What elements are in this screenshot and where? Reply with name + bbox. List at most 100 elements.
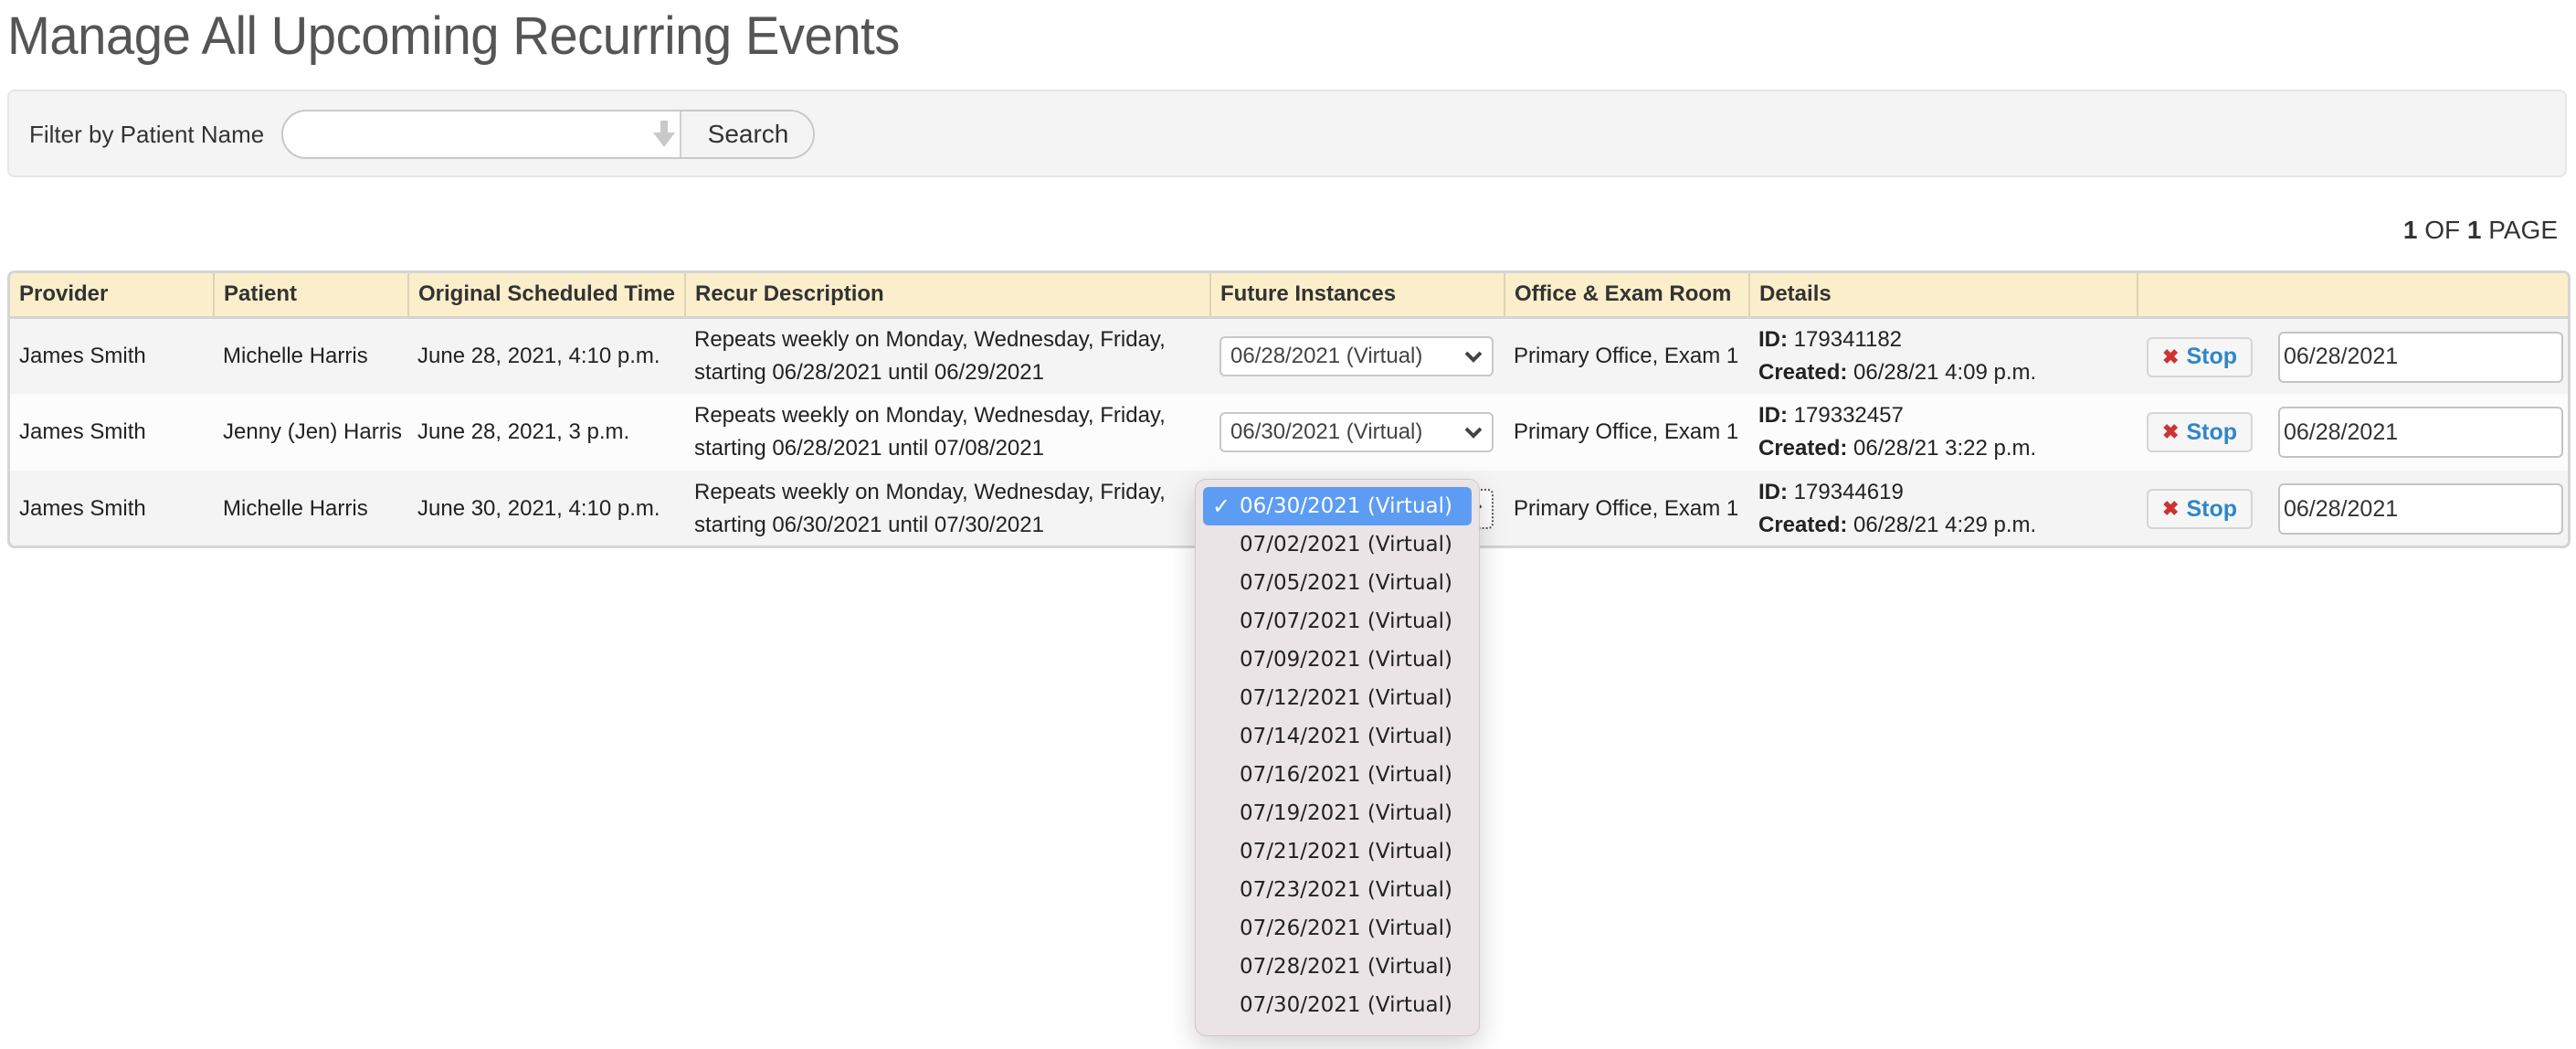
event-id: 179341182 xyxy=(1793,326,1903,352)
dropdown-option-label: 07/09/2021 (Virtual) xyxy=(1240,648,1452,672)
future-instances-dropdown-menu: ✓ 06/30/2021 (Virtual) 07/02/2021 (Virtual… xyxy=(1195,479,1480,1036)
filter-panel: Filter by Patient Name Search xyxy=(7,90,2567,177)
recur-line-1: Repeats weekly on Monday, Wednesday, Fri… xyxy=(694,403,1166,428)
dropdown-option[interactable]: 07/16/2021 (Virtual) xyxy=(1203,756,1472,794)
patient-cell: Michelle Harris xyxy=(214,317,408,394)
column-header-office[interactable]: Office & Exam Room xyxy=(1504,273,1750,319)
pager-page: PAGE xyxy=(2488,216,2558,244)
chevron-down-icon xyxy=(1464,427,1483,439)
x-icon: ✖ xyxy=(2162,344,2180,368)
future-instance-select[interactable]: 06/28/2021 (Virtual) xyxy=(1219,335,1494,376)
column-header-actions xyxy=(2138,273,2568,319)
column-header-recur-description[interactable]: Recur Description xyxy=(685,273,1211,319)
future-instances-cell: 06/28/2021 (Virtual) xyxy=(1210,317,1504,394)
dropdown-option[interactable]: 07/28/2021 (Virtual) xyxy=(1203,948,1472,986)
created-time: 06/28/21 3:22 p.m. xyxy=(1853,436,2037,461)
stop-date-input[interactable] xyxy=(2278,483,2563,535)
dropdown-option[interactable]: 07/02/2021 (Virtual) xyxy=(1203,525,1472,564)
actions-cell: ✖ Stop xyxy=(2138,394,2568,471)
id-label: ID: xyxy=(1758,403,1788,428)
column-header-future-instances[interactable]: Future Instances xyxy=(1210,273,1505,319)
future-instance-select[interactable]: 06/30/2021 (Virtual) xyxy=(1219,412,1494,452)
future-instances-cell: 06/30/2021 (Virtual) xyxy=(1210,394,1504,471)
dropdown-option-label: 07/05/2021 (Virtual) xyxy=(1240,571,1452,595)
patient-cell: Jenny (Jen) Harris xyxy=(214,394,408,471)
column-header-patient[interactable]: Patient xyxy=(214,273,409,319)
stop-label: Stop xyxy=(2186,344,2237,369)
pager-total: 1 xyxy=(2466,216,2482,244)
dropdown-option[interactable]: 07/21/2021 (Virtual) xyxy=(1203,832,1472,871)
stop-label: Stop xyxy=(2186,495,2237,522)
dropdown-option[interactable]: 07/26/2021 (Virtual) xyxy=(1203,909,1472,948)
dropdown-option-label: 07/26/2021 (Virtual) xyxy=(1240,917,1452,940)
stop-date-input[interactable] xyxy=(2278,407,2563,458)
stop-button[interactable]: ✖ Stop xyxy=(2147,336,2253,377)
arrow-down-icon[interactable] xyxy=(652,121,676,148)
pager-current: 1 xyxy=(2402,216,2418,244)
dropdown-option-label: 07/07/2021 (Virtual) xyxy=(1240,609,1452,633)
dropdown-option-label: 07/23/2021 (Virtual) xyxy=(1240,878,1452,902)
table-header-row: Provider Patient Original Scheduled Time… xyxy=(10,273,2568,319)
created-time: 06/28/21 4:29 p.m. xyxy=(1853,513,2037,537)
select-value: 06/30/2021 (Virtual) xyxy=(1230,419,1423,444)
dropdown-option-label: 07/19/2021 (Virtual) xyxy=(1240,801,1452,825)
created-label: Created: xyxy=(1758,359,1848,385)
provider-cell: James Smith xyxy=(10,394,214,471)
office-cell: Primary Office, Exam 1 xyxy=(1504,471,1749,546)
office-cell: Primary Office, Exam 1 xyxy=(1504,394,1749,471)
recur-line-2: starting 06/28/2021 until 07/08/2021 xyxy=(694,436,1044,461)
dropdown-option[interactable]: 07/14/2021 (Virtual) xyxy=(1203,717,1472,756)
created-time: 06/28/21 4:09 p.m. xyxy=(1853,359,2037,385)
original-time-cell: June 28, 2021, 4:10 p.m. xyxy=(408,317,685,394)
dropdown-option-label: 07/12/2021 (Virtual) xyxy=(1240,686,1452,710)
dropdown-option[interactable]: 07/23/2021 (Virtual) xyxy=(1203,871,1472,909)
page-title: Manage All Upcoming Recurring Events xyxy=(7,6,900,66)
x-icon: ✖ xyxy=(2162,497,2180,520)
id-label: ID: xyxy=(1758,480,1788,504)
checkmark-icon: ✓ xyxy=(1212,493,1231,519)
dropdown-option-label: 06/30/2021 (Virtual) xyxy=(1240,494,1452,518)
dropdown-option-label: 07/21/2021 (Virtual) xyxy=(1240,840,1452,864)
stop-date-input[interactable] xyxy=(2278,331,2563,383)
dropdown-option[interactable]: 07/07/2021 (Virtual) xyxy=(1203,602,1472,641)
details-cell: ID: 179332457 Created: 06/28/21 3:22 p.m… xyxy=(1749,394,2138,471)
column-header-details[interactable]: Details xyxy=(1749,273,2138,319)
dropdown-option[interactable]: 07/19/2021 (Virtual) xyxy=(1203,794,1472,832)
dropdown-option-label: 07/28/2021 (Virtual) xyxy=(1240,955,1452,979)
dropdown-option[interactable]: 07/09/2021 (Virtual) xyxy=(1203,641,1472,679)
dropdown-option[interactable]: 07/12/2021 (Virtual) xyxy=(1203,679,1472,717)
actions-cell: ✖ Stop xyxy=(2138,317,2568,394)
event-id: 179332457 xyxy=(1793,403,1904,428)
dropdown-option[interactable]: ✓ 06/30/2021 (Virtual) xyxy=(1203,487,1472,525)
dropdown-option-label: 07/02/2021 (Virtual) xyxy=(1240,533,1452,556)
column-header-provider[interactable]: Provider xyxy=(10,273,215,319)
filter-label: Filter by Patient Name xyxy=(29,121,265,148)
column-header-original-time[interactable]: Original Scheduled Time xyxy=(408,273,686,319)
pagination-info: 1 OF 1 PAGE xyxy=(2403,216,2558,245)
x-icon: ✖ xyxy=(2162,420,2180,443)
stop-button[interactable]: ✖ Stop xyxy=(2147,412,2253,452)
original-time-cell: June 28, 2021, 3 p.m. xyxy=(408,394,685,471)
table-row: James Smith Michelle Harris June 28, 202… xyxy=(10,317,2568,394)
select-value: 06/28/2021 (Virtual) xyxy=(1230,343,1423,368)
recur-description-cell: Repeats weekly on Monday, Wednesday, Fri… xyxy=(685,394,1210,471)
original-time-cell: June 30, 2021, 4:10 p.m. xyxy=(408,471,685,546)
patient-name-filter-input[interactable] xyxy=(283,111,676,157)
dropdown-option-label: 07/14/2021 (Virtual) xyxy=(1240,725,1452,748)
stop-label: Stop xyxy=(2186,419,2237,445)
search-button[interactable]: Search xyxy=(680,111,813,157)
stop-button[interactable]: ✖ Stop xyxy=(2147,489,2253,529)
pager-of: OF xyxy=(2424,216,2461,244)
actions-cell: ✖ Stop xyxy=(2138,471,2568,546)
dropdown-option-label: 07/16/2021 (Virtual) xyxy=(1240,763,1452,787)
id-label: ID: xyxy=(1758,326,1788,352)
dropdown-option[interactable]: 07/05/2021 (Virtual) xyxy=(1203,564,1472,602)
recur-line-1: Repeats weekly on Monday, Wednesday, Fri… xyxy=(694,480,1166,504)
recur-line-1: Repeats weekly on Monday, Wednesday, Fri… xyxy=(694,326,1166,352)
chevron-down-icon xyxy=(1464,351,1483,363)
dropdown-option[interactable]: 07/30/2021 (Virtual) xyxy=(1203,986,1472,1024)
table-row: James Smith Jenny (Jen) Harris June 28, … xyxy=(10,394,2568,471)
patient-cell: Michelle Harris xyxy=(214,471,408,546)
recur-line-2: starting 06/30/2021 until 07/30/2021 xyxy=(694,513,1044,537)
office-cell: Primary Office, Exam 1 xyxy=(1504,317,1749,394)
